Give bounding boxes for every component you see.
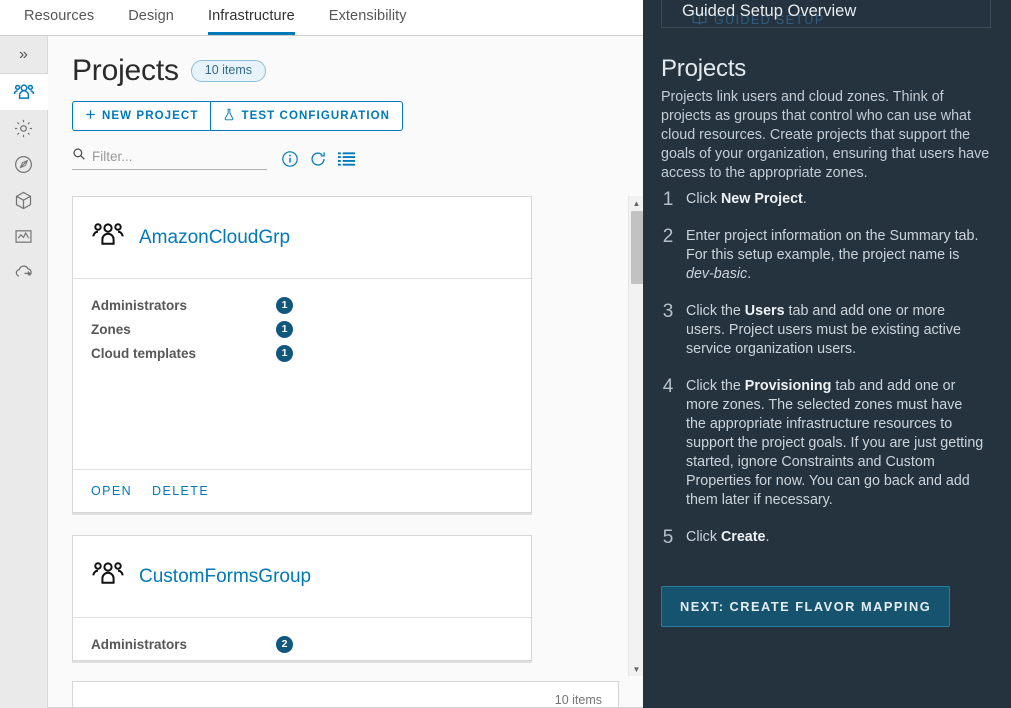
toolbar-icons bbox=[281, 150, 356, 168]
next-create-flavor-mapping-button[interactable]: NEXT: CREATE FLAVOR MAPPING bbox=[661, 586, 951, 627]
guided-panel-intro: Projects link users and cloud zones. Thi… bbox=[661, 89, 990, 181]
scrollbar-thumb[interactable] bbox=[631, 211, 643, 284]
list-footer: 10 items bbox=[72, 681, 619, 708]
guided-step: 1 Click New Project. bbox=[661, 190, 1001, 209]
step-text: Enter project information on the Summary… bbox=[686, 228, 979, 282]
stat-label: Administrators bbox=[91, 297, 188, 313]
chart-icon bbox=[13, 226, 34, 247]
gear-icon bbox=[13, 118, 34, 139]
step-text: Click New Project. bbox=[686, 191, 807, 207]
card-stat-row: Administrators 1 bbox=[91, 293, 513, 317]
tooltip-text: Guided Setup Overview bbox=[682, 2, 857, 20]
tab-resources[interactable]: Resources bbox=[24, 8, 94, 36]
item-count-badge: 10 items bbox=[190, 60, 267, 82]
action-button-group: NEW PROJECT TEST CONFIGURATION bbox=[72, 101, 643, 131]
page-title: Projects bbox=[72, 54, 179, 87]
stat-count-badge: 1 bbox=[276, 296, 293, 314]
guided-step: 4 Click the Provisioning tab and add one… bbox=[661, 377, 1001, 510]
project-card[interactable]: AmazonCloudGrp Administrators 1 Zones 1 … bbox=[72, 196, 532, 513]
vertical-scrollbar[interactable]: ▲ ▼ bbox=[628, 196, 643, 676]
left-icon-rail: » bbox=[0, 36, 48, 708]
users-group-icon bbox=[13, 81, 35, 103]
step-text: Click the Users tab and add one or more … bbox=[686, 303, 961, 357]
stat-label: Administrators bbox=[91, 636, 188, 652]
card-header: CustomFormsGroup bbox=[73, 536, 531, 618]
step-number: 3 bbox=[662, 301, 674, 322]
sidebar-item-activity[interactable] bbox=[0, 218, 48, 254]
card-stat-row: Administrators 2 bbox=[91, 632, 513, 656]
stat-label: Zones bbox=[91, 321, 131, 337]
plus-icon bbox=[85, 109, 96, 123]
stat-count-badge: 2 bbox=[276, 635, 293, 653]
page-header: Projects 10 items NEW PROJECT TEST CONFI… bbox=[48, 36, 643, 170]
tab-extensibility[interactable]: Extensibility bbox=[329, 8, 407, 36]
filter-row bbox=[72, 147, 643, 170]
sidebar-item-configuration[interactable] bbox=[0, 110, 48, 146]
search-input[interactable] bbox=[86, 149, 251, 164]
step-number: 2 bbox=[662, 226, 674, 247]
step-number: 1 bbox=[662, 189, 674, 210]
tab-infrastructure[interactable]: Infrastructure bbox=[207, 8, 295, 35]
step-number: 4 bbox=[662, 376, 674, 397]
title-row: Projects 10 items bbox=[72, 54, 643, 88]
info-icon[interactable] bbox=[281, 150, 299, 168]
filter-box[interactable] bbox=[72, 147, 267, 170]
app-root: ion Resources Design Infrastructure Exte… bbox=[0, 0, 1011, 708]
cube-icon bbox=[13, 190, 34, 211]
guided-steps-list: 1 Click New Project. 2 Enter project inf… bbox=[661, 190, 1001, 565]
stat-count-badge: 1 bbox=[276, 344, 293, 362]
test-configuration-button[interactable]: TEST CONFIGURATION bbox=[211, 101, 404, 131]
project-card[interactable]: CustomFormsGroup Administrators 2 bbox=[72, 535, 532, 661]
search-icon bbox=[72, 147, 86, 166]
main-content: Projects 10 items NEW PROJECT TEST CONFI… bbox=[48, 36, 643, 708]
users-group-icon bbox=[91, 218, 125, 257]
new-project-label: NEW PROJECT bbox=[102, 110, 199, 122]
scroll-down-arrow[interactable]: ▼ bbox=[629, 662, 643, 676]
card-body: Administrators 2 bbox=[73, 618, 531, 660]
card-stat-row: Cloud templates 1 bbox=[91, 341, 513, 365]
guided-step: 3 Click the Users tab and add one or mor… bbox=[661, 302, 1001, 359]
users-group-icon bbox=[91, 557, 125, 596]
double-chevron-right-icon: » bbox=[19, 45, 28, 63]
card-stat-row: Zones 1 bbox=[91, 317, 513, 341]
open-action[interactable]: OPEN bbox=[91, 484, 132, 498]
card-viewport: AmazonCloudGrp Administrators 1 Zones 1 … bbox=[72, 196, 627, 676]
project-name-link[interactable]: AmazonCloudGrp bbox=[139, 227, 290, 249]
new-project-button[interactable]: NEW PROJECT bbox=[72, 101, 212, 131]
project-card-list: AmazonCloudGrp Administrators 1 Zones 1 … bbox=[72, 196, 643, 676]
test-configuration-label: TEST CONFIGURATION bbox=[241, 110, 391, 122]
tab-design[interactable]: Design bbox=[128, 8, 174, 36]
guided-panel-title: Projects bbox=[661, 55, 747, 82]
guided-setup-panel: GUIDED SETUP Guided Setup Overview Proje… bbox=[643, 0, 1011, 708]
scroll-up-arrow[interactable]: ▲ bbox=[629, 196, 643, 210]
sidebar-item-resources[interactable] bbox=[0, 182, 48, 218]
guided-step: 2 Enter project information on the Summa… bbox=[661, 227, 1001, 284]
list-view-icon[interactable] bbox=[337, 151, 356, 167]
stat-label: Cloud templates bbox=[91, 345, 197, 361]
flask-icon bbox=[223, 108, 235, 124]
expand-sidebar-button[interactable]: » bbox=[0, 36, 48, 74]
step-number: 5 bbox=[662, 527, 674, 548]
sidebar-item-onboarding[interactable] bbox=[0, 254, 48, 290]
step-text: Click Create. bbox=[686, 529, 770, 545]
cloud-arrow-icon bbox=[13, 261, 35, 283]
sidebar-item-projects[interactable] bbox=[0, 74, 48, 110]
project-name-link[interactable]: CustomFormsGroup bbox=[139, 566, 311, 588]
guided-step: 5 Click Create. bbox=[661, 528, 1001, 547]
footer-item-count: 10 items bbox=[554, 693, 602, 707]
card-header: AmazonCloudGrp bbox=[73, 197, 531, 279]
no-entry-icon bbox=[13, 154, 34, 175]
card-body: Administrators 1 Zones 1 Cloud templates… bbox=[73, 279, 531, 469]
delete-action[interactable]: DELETE bbox=[152, 484, 209, 498]
stat-count-badge: 1 bbox=[276, 320, 293, 338]
card-footer: OPEN DELETE bbox=[73, 469, 531, 512]
sidebar-item-policies[interactable] bbox=[0, 146, 48, 182]
guided-setup-tooltip: Guided Setup Overview bbox=[661, 0, 991, 28]
refresh-icon[interactable] bbox=[309, 150, 327, 168]
step-text: Click the Provisioning tab and add one o… bbox=[686, 378, 984, 508]
